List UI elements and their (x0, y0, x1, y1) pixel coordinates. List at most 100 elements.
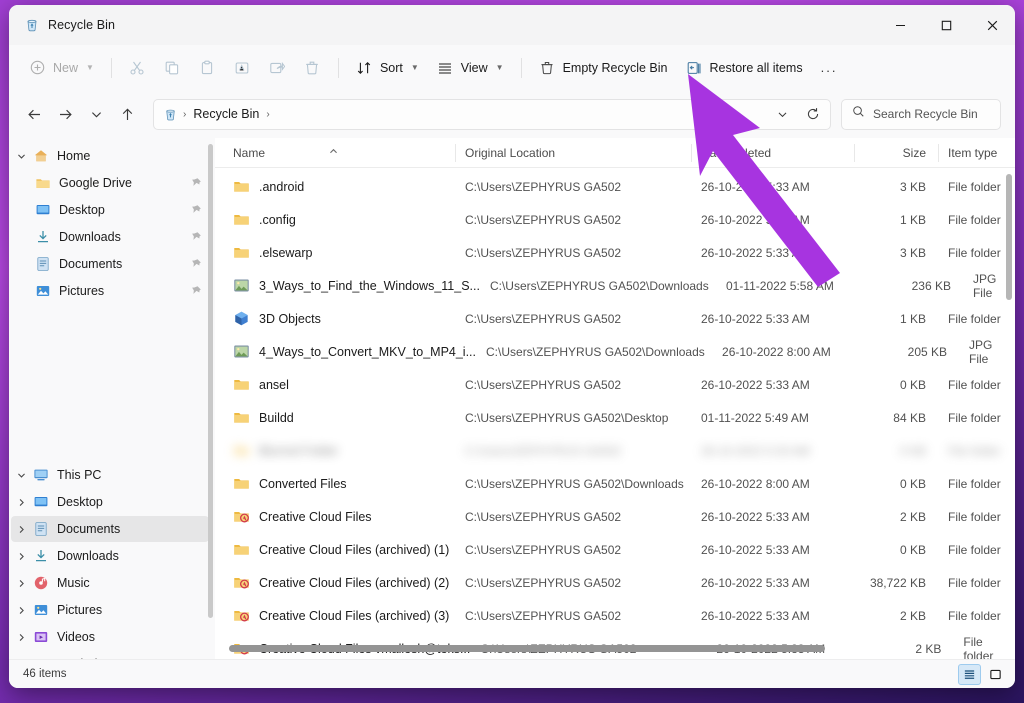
details-view-toggle[interactable] (958, 663, 981, 685)
share-button[interactable] (261, 52, 294, 83)
restore-all-items-button[interactable]: Restore all items (678, 52, 811, 83)
chevron-down-icon[interactable] (11, 152, 31, 161)
more-options-button[interactable]: ... (813, 52, 846, 83)
sidebar-item-pc-desktop[interactable]: Desktop (11, 489, 209, 515)
table-row[interactable]: 3_Ways_to_Find_the_Windows_11_S... C:\Use… (215, 269, 1015, 302)
horizontal-scrollbar-thumb[interactable] (229, 645, 825, 652)
table-row[interactable]: Converted Files C:\Users\ZEPHYRUS GA502\D… (215, 467, 1015, 500)
pin-icon[interactable] (189, 204, 203, 216)
sidebar-item-pictures[interactable]: Pictures (11, 278, 209, 304)
cell-date-deleted: 26-10-2022 5:33 AM (691, 302, 854, 335)
column-header-date-deleted[interactable]: Date Deleted (691, 138, 854, 168)
cell-date-deleted-label: 26-10-2022 5:33 AM (701, 245, 810, 260)
sidebar-item-pc-documents[interactable]: Documents (11, 516, 209, 542)
column-header-name[interactable]: Name (223, 138, 455, 168)
search-input[interactable] (873, 107, 990, 121)
cell-size-label: 3 KB (899, 179, 926, 194)
column-header-item-type[interactable]: Item type (938, 138, 1015, 168)
table-row[interactable]: Creative Cloud Files (archived) (1) C:\Us… (215, 533, 1015, 566)
sidebar-label-pc-music: Music (57, 576, 90, 590)
table-row[interactable]: Buildd C:\Users\ZEPHYRUS GA502\Desktop 01-… (215, 401, 1015, 434)
cell-date-deleted: 26-10-2022 5:33 AM (691, 533, 854, 566)
minimize-button[interactable] (877, 5, 923, 45)
sidebar-item-desktop[interactable]: Desktop (11, 197, 209, 223)
breadcrumb-separator-2[interactable]: › (264, 109, 271, 120)
table-row[interactable]: Creative Cloud Files C:\Users\ZEPHYRUS GA… (215, 500, 1015, 533)
empty-recycle-bin-button[interactable]: Empty Recycle Bin (531, 52, 676, 83)
sidebar-scrollbar[interactable] (208, 144, 213, 618)
chevron-right-icon[interactable] (11, 525, 31, 534)
sidebar-item-pc-downloads[interactable]: Downloads (11, 543, 209, 569)
chevron-right-icon[interactable] (11, 579, 31, 588)
cell-item-type: File folder (938, 368, 1015, 401)
forward-button[interactable] (50, 99, 81, 130)
breadcrumb-bar[interactable]: › Recycle Bin › (153, 98, 831, 130)
chevron-right-icon[interactable] (11, 633, 31, 642)
cell-original-location: C:\Users\ZEPHYRUS GA502 (455, 302, 691, 335)
sidebar-item-documents[interactable]: Documents (11, 251, 209, 277)
close-button[interactable] (969, 5, 1015, 45)
sidebar-item-os-c[interactable]: OS (C:) (11, 651, 209, 659)
table-row[interactable]: .android C:\Users\ZEPHYRUS GA502 26-10-202… (215, 170, 1015, 203)
back-button[interactable] (19, 99, 50, 130)
pictures-icon (33, 283, 53, 299)
toolbar-divider (110, 57, 112, 78)
chevron-right-icon[interactable] (11, 606, 31, 615)
search-box[interactable] (841, 98, 1001, 130)
sidebar-item-pc-music[interactable]: Music (11, 570, 209, 596)
folder-icon (233, 475, 250, 492)
recent-locations-button[interactable] (81, 99, 112, 130)
breadcrumb-recycle-bin[interactable]: Recycle Bin (191, 107, 261, 121)
sidebar-item-home[interactable]: Home (11, 143, 209, 169)
column-header-size[interactable]: Size (854, 138, 938, 168)
maximize-button[interactable] (923, 5, 969, 45)
sort-button[interactable]: Sort ▼ (348, 52, 427, 83)
chevron-right-icon[interactable] (11, 498, 31, 507)
table-row[interactable]: Creative Cloud Files (archived) (3) C:\Us… (215, 599, 1015, 632)
previous-locations-button[interactable] (769, 101, 796, 128)
pin-icon[interactable] (189, 258, 203, 270)
sidebar-item-pc-videos[interactable]: Videos (11, 624, 209, 650)
cell-size-label: 84 KB (893, 410, 926, 425)
pin-icon[interactable] (189, 285, 203, 297)
cell-date-deleted-label: 01-11-2022 5:58 AM (725, 278, 834, 293)
rename-button[interactable] (226, 52, 259, 83)
cell-date-deleted: 26-10-2022 5:33 AM (691, 236, 854, 269)
pin-icon[interactable] (189, 231, 203, 243)
table-row[interactable]: ansel C:\Users\ZEPHYRUS GA502 26-10-2022 5… (215, 368, 1015, 401)
table-row[interactable]: .elsewarp C:\Users\ZEPHYRUS GA502 26-10-20… (215, 236, 1015, 269)
up-button[interactable] (112, 99, 143, 130)
chevron-right-icon[interactable] (11, 552, 31, 561)
sidebar-item-pc-pictures[interactable]: Pictures (11, 597, 209, 623)
chevron-down-icon[interactable] (11, 471, 31, 480)
pin-icon[interactable] (189, 177, 203, 189)
3d-objects-icon (233, 310, 250, 327)
table-row[interactable]: Blurred Folder C:\Users\ZEPHYRUS GA502 26-… (215, 434, 1015, 467)
creative-cloud-folder-icon (233, 508, 250, 525)
cut-button[interactable] (121, 52, 154, 83)
copy-button[interactable] (156, 52, 189, 83)
table-row[interactable]: .config C:\Users\ZEPHYRUS GA502 26-10-2022… (215, 203, 1015, 236)
cell-item-type-label: File folder (948, 410, 1001, 425)
cell-original-location: C:\Users\ZEPHYRUS GA502 (455, 236, 691, 269)
pictures-icon (31, 602, 51, 618)
table-row[interactable]: 3D Objects C:\Users\ZEPHYRUS GA502 26-10-2… (215, 302, 1015, 335)
sidebar-item-google-drive[interactable]: Google Drive (11, 170, 209, 196)
view-button[interactable]: View ▼ (429, 52, 512, 83)
sidebar-item-this-pc[interactable]: This PC (11, 462, 209, 488)
new-button[interactable]: New ▼ (21, 52, 102, 83)
table-row[interactable]: 4_Ways_to_Convert_MKV_to_MP4_i... C:\User… (215, 335, 1015, 368)
sidebar-item-downloads[interactable]: Downloads (11, 224, 209, 250)
cell-date-deleted-label: 26-10-2022 5:33 AM (701, 179, 810, 194)
cell-item-type: File folder (938, 401, 1015, 434)
column-header-original-location[interactable]: Original Location (455, 138, 691, 168)
table-row[interactable]: Creative Cloud Files (archived) (2) C:\Us… (215, 566, 1015, 599)
file-name-label: Creative Cloud Files (259, 509, 372, 524)
paste-button[interactable] (191, 52, 224, 83)
downloads-icon (31, 548, 51, 564)
folder-icon (233, 211, 250, 228)
refresh-button[interactable] (799, 101, 826, 128)
large-icons-view-toggle[interactable] (984, 664, 1007, 685)
delete-button[interactable] (296, 52, 329, 83)
vertical-scrollbar-thumb[interactable] (1006, 174, 1012, 300)
